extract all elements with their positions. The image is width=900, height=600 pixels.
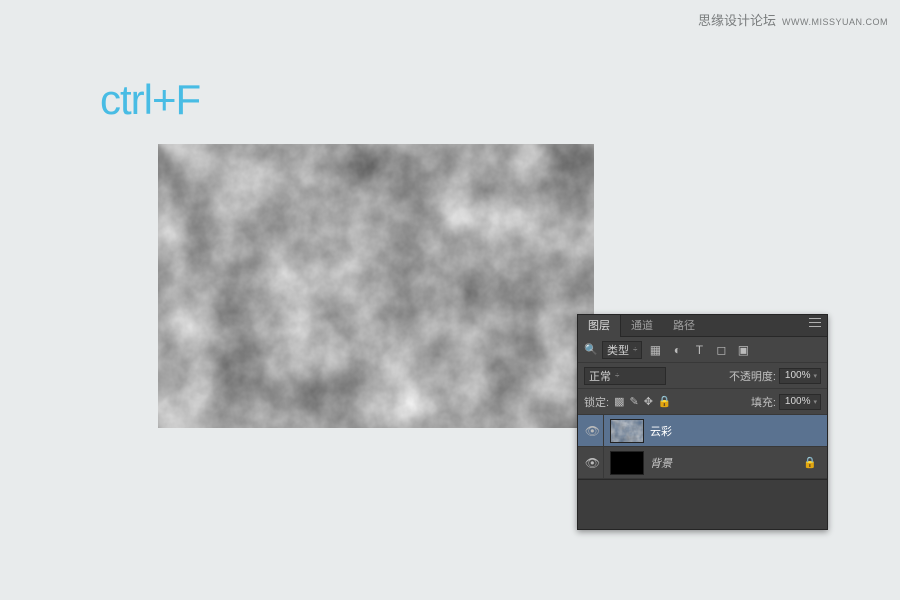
watermark: 思缘设计论坛 WWW.MISSYUAN.COM (698, 10, 888, 29)
fill-input[interactable]: 100% ▾ (779, 394, 821, 410)
opacity-label: 不透明度: (729, 368, 776, 384)
filter-search-icon[interactable]: 🔍 (584, 343, 598, 357)
lock-all-icon[interactable]: 🔒 (658, 395, 672, 408)
chevron-down-icon: ÷ (615, 371, 619, 380)
filter-image-icon[interactable]: ▦ (646, 341, 664, 359)
lock-move-icon[interactable]: ✥ (644, 395, 653, 408)
layers-list: 👁 云彩 👁 背景 🔒 (578, 415, 827, 479)
layer-item[interactable]: 👁 云彩 (578, 415, 827, 447)
panel-tabs: 图层 通道 路径 (578, 315, 827, 337)
blend-row: 正常 ÷ 不透明度: 100% ▾ (578, 363, 827, 389)
filter-shape-icon[interactable]: ◻ (712, 341, 730, 359)
lock-transparency-icon[interactable]: ▩ (614, 395, 624, 408)
tab-channels[interactable]: 通道 (621, 315, 663, 337)
watermark-site: 思缘设计论坛 (698, 10, 776, 29)
filter-row: 🔍 类型 ÷ ▦ ◐ T ◻ ▣ (578, 337, 827, 363)
blend-mode-select[interactable]: 正常 ÷ (584, 367, 666, 385)
filter-type-select[interactable]: 类型 ÷ (602, 341, 642, 359)
visibility-toggle[interactable]: 👁 (582, 415, 604, 446)
layer-name: 云彩 (650, 423, 823, 439)
filter-text-icon[interactable]: T (690, 341, 708, 359)
fill-label: 填充: (751, 394, 776, 410)
lock-brush-icon[interactable]: ✎ (629, 395, 638, 408)
layer-name: 背景 (650, 455, 797, 471)
canvas-preview (158, 144, 594, 428)
layer-thumbnail (610, 419, 644, 443)
fill-value: 100% (785, 396, 811, 407)
filter-type-label: 类型 (607, 342, 629, 358)
opacity-input[interactable]: 100% ▾ (779, 368, 821, 384)
lock-row: 锁定: ▩ ✎ ✥ 🔒 填充: 100% ▾ (578, 389, 827, 415)
watermark-url: WWW.MISSYUAN.COM (782, 17, 888, 27)
layer-item[interactable]: 👁 背景 🔒 (578, 447, 827, 479)
filter-smart-icon[interactable]: ▣ (734, 341, 752, 359)
panel-menu-icon[interactable] (809, 319, 823, 331)
layer-thumbnail (610, 451, 644, 475)
lock-icon: 🔒 (803, 456, 817, 469)
visibility-toggle[interactable]: 👁 (582, 447, 604, 478)
lock-label: 锁定: (584, 394, 609, 410)
shortcut-title: ctrl+F (100, 76, 200, 124)
chevron-down-icon: ▾ (813, 398, 817, 406)
filter-adjust-icon[interactable]: ◐ (668, 341, 686, 359)
chevron-down-icon: ÷ (633, 345, 637, 354)
tab-layers[interactable]: 图层 (578, 315, 621, 337)
layers-panel: 图层 通道 路径 🔍 类型 ÷ ▦ ◐ T ◻ ▣ 正常 ÷ 不透明度: 100… (577, 314, 828, 530)
opacity-value: 100% (785, 370, 811, 381)
chevron-down-icon: ▾ (813, 372, 817, 380)
blend-mode-value: 正常 (589, 368, 611, 384)
tab-paths[interactable]: 路径 (663, 315, 705, 337)
panel-footer (578, 479, 827, 529)
